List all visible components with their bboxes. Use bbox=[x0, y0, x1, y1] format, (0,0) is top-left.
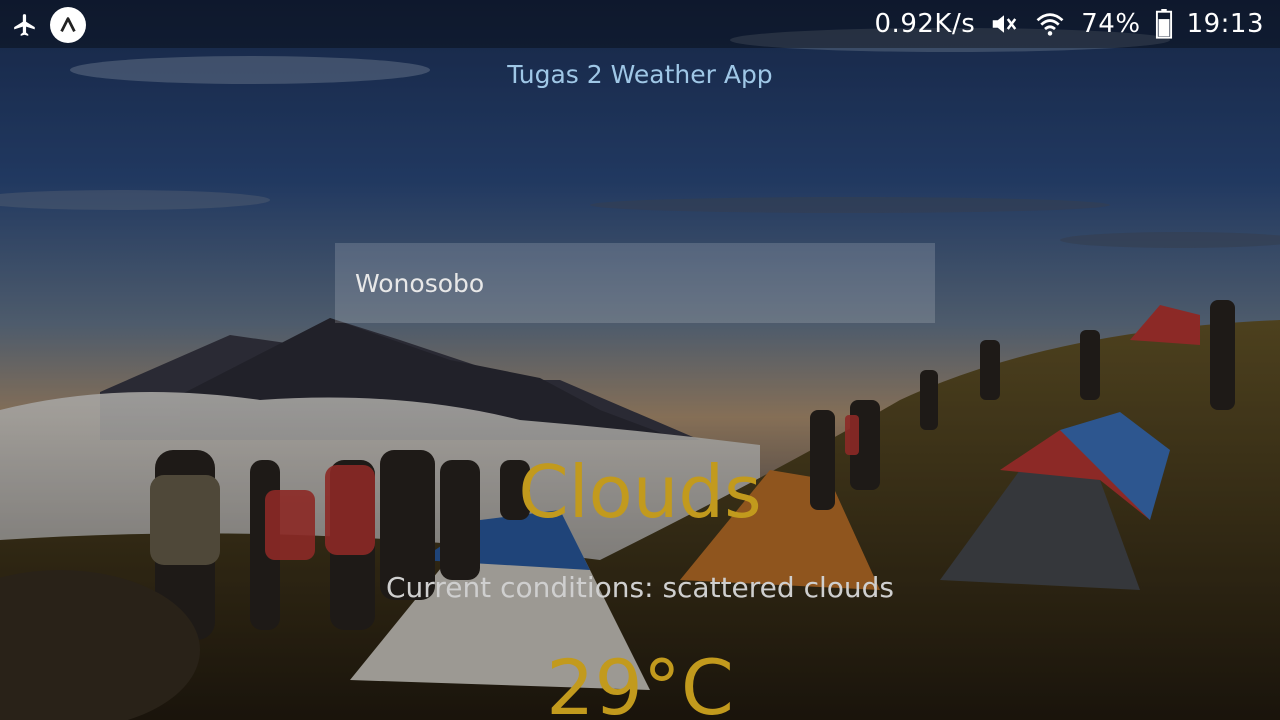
weather-temperature: 29°C bbox=[546, 643, 734, 720]
status-bar-left bbox=[10, 7, 86, 43]
app-title: Tugas 2 Weather App bbox=[507, 60, 773, 89]
background-dim-overlay bbox=[0, 0, 1280, 720]
battery-icon bbox=[1155, 9, 1173, 39]
weather-description: Current conditions: scattered clouds bbox=[386, 571, 894, 604]
wifi-icon bbox=[1033, 9, 1067, 39]
city-input-container bbox=[335, 243, 935, 323]
status-bar-right: 0.92K/s 74% 19:13 bbox=[875, 0, 1264, 48]
clock-time: 19:13 bbox=[1186, 9, 1264, 39]
network-speed: 0.92K/s bbox=[874, 9, 976, 39]
notification-app-icon bbox=[50, 7, 86, 43]
city-input[interactable] bbox=[335, 243, 935, 323]
battery-percent: 74% bbox=[1081, 9, 1141, 39]
mute-icon bbox=[989, 9, 1019, 39]
status-bar: 0.92K/s 74% 19:13 bbox=[0, 0, 1280, 48]
airplane-icon bbox=[10, 8, 40, 42]
weather-main: Clouds bbox=[518, 450, 762, 534]
app-screen: 0.92K/s 74% 19:13 Tugas 2 Weather App Wo… bbox=[0, 0, 1280, 720]
